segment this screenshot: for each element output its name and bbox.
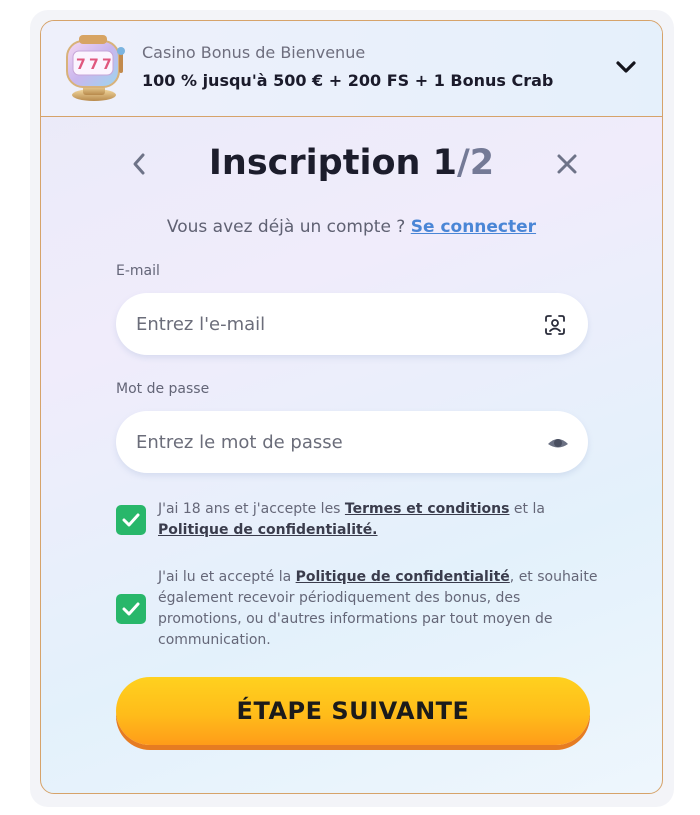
- terms-checkbox[interactable]: [116, 505, 146, 535]
- contact-scan-icon[interactable]: [543, 313, 567, 337]
- consent1-text-middle: et la: [509, 501, 545, 517]
- close-icon[interactable]: [554, 151, 580, 177]
- svg-text:7: 7: [76, 57, 86, 73]
- password-field: [116, 411, 588, 473]
- eye-icon[interactable]: [546, 431, 570, 455]
- bonus-title: Casino Bonus de Bienvenue: [142, 43, 366, 62]
- checkmark-icon: [122, 602, 140, 616]
- checkmark-icon: [122, 513, 140, 527]
- welcome-bonus-bar[interactable]: 7 7 7 Casino Bonus de Bienvenue 100 % ju…: [41, 21, 662, 117]
- registration-modal: 7 7 7 Casino Bonus de Bienvenue 100 % ju…: [40, 20, 663, 794]
- step-total: /2: [456, 143, 495, 183]
- consent1-text-before: J'ai 18 ans et j'accepte les: [158, 501, 345, 517]
- terms-link[interactable]: Termes et conditions: [345, 501, 510, 517]
- password-input[interactable]: [136, 411, 526, 473]
- svg-text:7: 7: [102, 57, 112, 73]
- marketing-consent-text: J'ai lu et accepté la Politique de confi…: [158, 567, 598, 651]
- svg-text:7: 7: [89, 57, 99, 73]
- login-link[interactable]: Se connecter: [411, 217, 536, 237]
- privacy-link[interactable]: Politique de confidentialité.: [158, 522, 378, 538]
- privacy-link[interactable]: Politique de confidentialité: [296, 569, 510, 585]
- step-current: 1: [432, 143, 457, 183]
- bonus-offer: 100 % jusqu'à 500 € + 200 FS + 1 Bonus C…: [142, 71, 554, 90]
- consent2-text-before: J'ai lu et accepté la: [158, 569, 296, 585]
- chevron-down-icon[interactable]: [615, 59, 637, 75]
- password-label: Mot de passe: [116, 381, 210, 397]
- email-label: E-mail: [116, 263, 160, 279]
- slot-machine-icon: 7 7 7: [66, 35, 125, 101]
- next-step-button[interactable]: ÉTAPE SUIVANTE: [116, 677, 590, 745]
- email-input[interactable]: [136, 293, 526, 355]
- email-field: [116, 293, 588, 355]
- login-prompt: Vous avez déjà un compte ?: [166, 217, 406, 237]
- page-title-text: Inscription: [208, 143, 421, 183]
- terms-consent-text: J'ai 18 ans et j'accepte les Termes et c…: [158, 499, 598, 541]
- marketing-checkbox[interactable]: [116, 594, 146, 624]
- login-prompt-line: Vous avez déjà un compte ? Se connecter: [41, 217, 662, 237]
- form-header: Inscription 1/2: [41, 139, 662, 199]
